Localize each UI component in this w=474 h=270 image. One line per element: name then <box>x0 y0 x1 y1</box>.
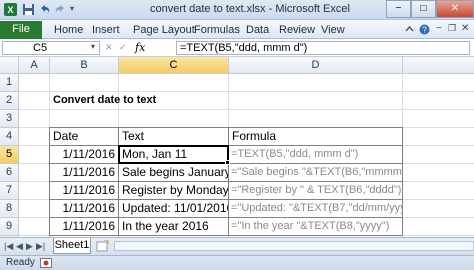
header-cell-date[interactable]: Date <box>50 128 118 146</box>
formula-cell[interactable]: ="Updated: "&TEXT(B7,"dd/mm/yyyy") <box>229 200 402 218</box>
undo-icon[interactable] <box>38 3 51 16</box>
text-cell[interactable]: Updated: 11/01/2016 <box>119 200 228 218</box>
table-border <box>49 235 403 236</box>
prev-sheet-icon[interactable]: ◀ <box>16 241 23 252</box>
text-cell[interactable]: Register by Monday <box>119 182 228 200</box>
spreadsheet-grid: A B C D 1 2 3 4 5 6 7 8 9 Convert date t… <box>0 57 474 237</box>
sheet-tab[interactable]: Sheet1 <box>53 238 91 254</box>
row-header-5[interactable]: 5 <box>0 146 19 164</box>
status-bar: Ready <box>0 255 474 270</box>
last-sheet-icon[interactable]: ▶| <box>36 241 45 252</box>
table-border <box>49 127 50 236</box>
workbook-minimize-icon[interactable]: − <box>436 23 442 34</box>
enter-icon[interactable]: ✓ <box>119 42 127 53</box>
status-text: Ready <box>6 257 35 268</box>
workbook-restore-icon[interactable]: ❐ <box>448 23 456 34</box>
row-header-7[interactable]: 7 <box>0 182 19 200</box>
workbook-close-icon[interactable]: ✕ <box>461 23 469 34</box>
table-border <box>402 127 403 236</box>
svg-text:X: X <box>7 5 13 15</box>
date-cell[interactable]: 1/11/2016 <box>50 146 118 164</box>
column-header-a[interactable]: A <box>19 57 50 74</box>
customize-quick-access-icon[interactable]: ▾ <box>70 4 74 13</box>
next-sheet-icon[interactable]: ▶ <box>26 241 33 252</box>
insert-sheet-icon[interactable] <box>96 240 110 252</box>
column-header-e[interactable] <box>403 57 474 74</box>
sheet-title-cell[interactable]: Convert date to text <box>50 92 250 110</box>
tab-formulas[interactable]: Formulas <box>194 24 240 36</box>
date-cell[interactable]: 1/11/2016 <box>50 164 118 182</box>
header-cell-formula[interactable]: Formula <box>229 128 402 146</box>
header-cell-text[interactable]: Text <box>119 128 228 146</box>
date-cell[interactable]: 1/11/2016 <box>50 200 118 218</box>
table-border <box>228 127 229 236</box>
formula-cell[interactable]: =TEXT(B5,"ddd, mmm d") <box>229 146 402 164</box>
ribbon-tabs: File Home Insert Page Layout Formulas Da… <box>0 20 474 39</box>
table-border <box>49 127 403 128</box>
text-cell[interactable]: Sale begins January 11 <box>119 164 228 182</box>
text-cell[interactable]: In the year 2016 <box>119 218 228 236</box>
date-cell[interactable]: 1/11/2016 <box>50 218 118 236</box>
table-border <box>49 217 403 218</box>
title-bar: X ▾ convert date to text.xlsx - Microsof… <box>0 0 474 20</box>
row-header-4[interactable]: 4 <box>0 128 19 146</box>
close-button[interactable]: ✕ <box>436 0 474 18</box>
tab-insert[interactable]: Insert <box>92 24 120 36</box>
sheet-tabs-bar: |◀ ◀ ▶ ▶| Sheet1 <box>0 237 474 255</box>
horizontal-scrollbar[interactable] <box>114 241 474 251</box>
table-border <box>118 127 119 236</box>
tab-data[interactable]: Data <box>246 24 269 36</box>
minimize-button[interactable]: − <box>386 0 411 18</box>
macro-record-icon[interactable] <box>40 258 52 268</box>
name-box-dropdown-icon[interactable]: ▾ <box>91 42 95 51</box>
formula-cell[interactable]: ="Sale begins "&TEXT(B6,"mmmm d") <box>229 164 402 182</box>
first-sheet-icon[interactable]: |◀ <box>4 241 13 252</box>
formula-input[interactable]: =TEXT(B5,"ddd, mmm d") <box>176 41 470 55</box>
date-cell[interactable]: 1/11/2016 <box>50 182 118 200</box>
formula-bar: C5 ▾ ✕ ✓ fx =TEXT(B5,"ddd, mmm d") <box>0 39 474 57</box>
cancel-icon[interactable]: ✕ <box>105 42 113 53</box>
fill-handle[interactable] <box>225 160 230 165</box>
name-box[interactable]: C5 <box>2 41 100 55</box>
excel-logo-icon: X <box>4 3 17 16</box>
insert-function-icon[interactable]: fx <box>135 41 145 54</box>
window-title: convert date to text.xlsx - Microsoft Ex… <box>150 3 350 15</box>
tab-file[interactable]: File <box>0 21 42 39</box>
table-border <box>49 181 403 182</box>
ribbon-collapse-icon[interactable] <box>404 24 415 35</box>
tab-view[interactable]: View <box>321 24 345 36</box>
formula-cell[interactable]: ="Register by " & TEXT(B6,"dddd") <box>229 182 402 200</box>
formula-cell[interactable]: ="In the year "&TEXT(B8,"yyyy") <box>229 218 402 236</box>
tab-page-layout[interactable]: Page Layout <box>133 24 195 36</box>
svg-text:?: ? <box>422 26 427 35</box>
row-header-8[interactable]: 8 <box>0 200 19 218</box>
table-border <box>49 199 403 200</box>
row-header-6[interactable]: 6 <box>0 164 19 182</box>
column-header-c[interactable]: C <box>119 57 229 74</box>
select-all-corner[interactable] <box>0 57 19 74</box>
row-header-3[interactable]: 3 <box>0 110 19 128</box>
row-header-1[interactable]: 1 <box>0 74 19 92</box>
redo-icon[interactable] <box>54 3 67 16</box>
tab-review[interactable]: Review <box>279 24 315 36</box>
maximize-button[interactable]: □ <box>411 0 436 18</box>
tab-home[interactable]: Home <box>54 24 83 36</box>
formula-controls: ✕ ✓ fx <box>105 41 165 55</box>
column-header-d[interactable]: D <box>229 57 403 74</box>
active-cell-border <box>118 145 229 164</box>
row-header-9[interactable]: 9 <box>0 218 19 236</box>
save-icon[interactable] <box>22 3 35 16</box>
help-icon[interactable]: ? <box>419 24 430 35</box>
column-header-b[interactable]: B <box>50 57 119 74</box>
row-header-2[interactable]: 2 <box>0 92 19 110</box>
